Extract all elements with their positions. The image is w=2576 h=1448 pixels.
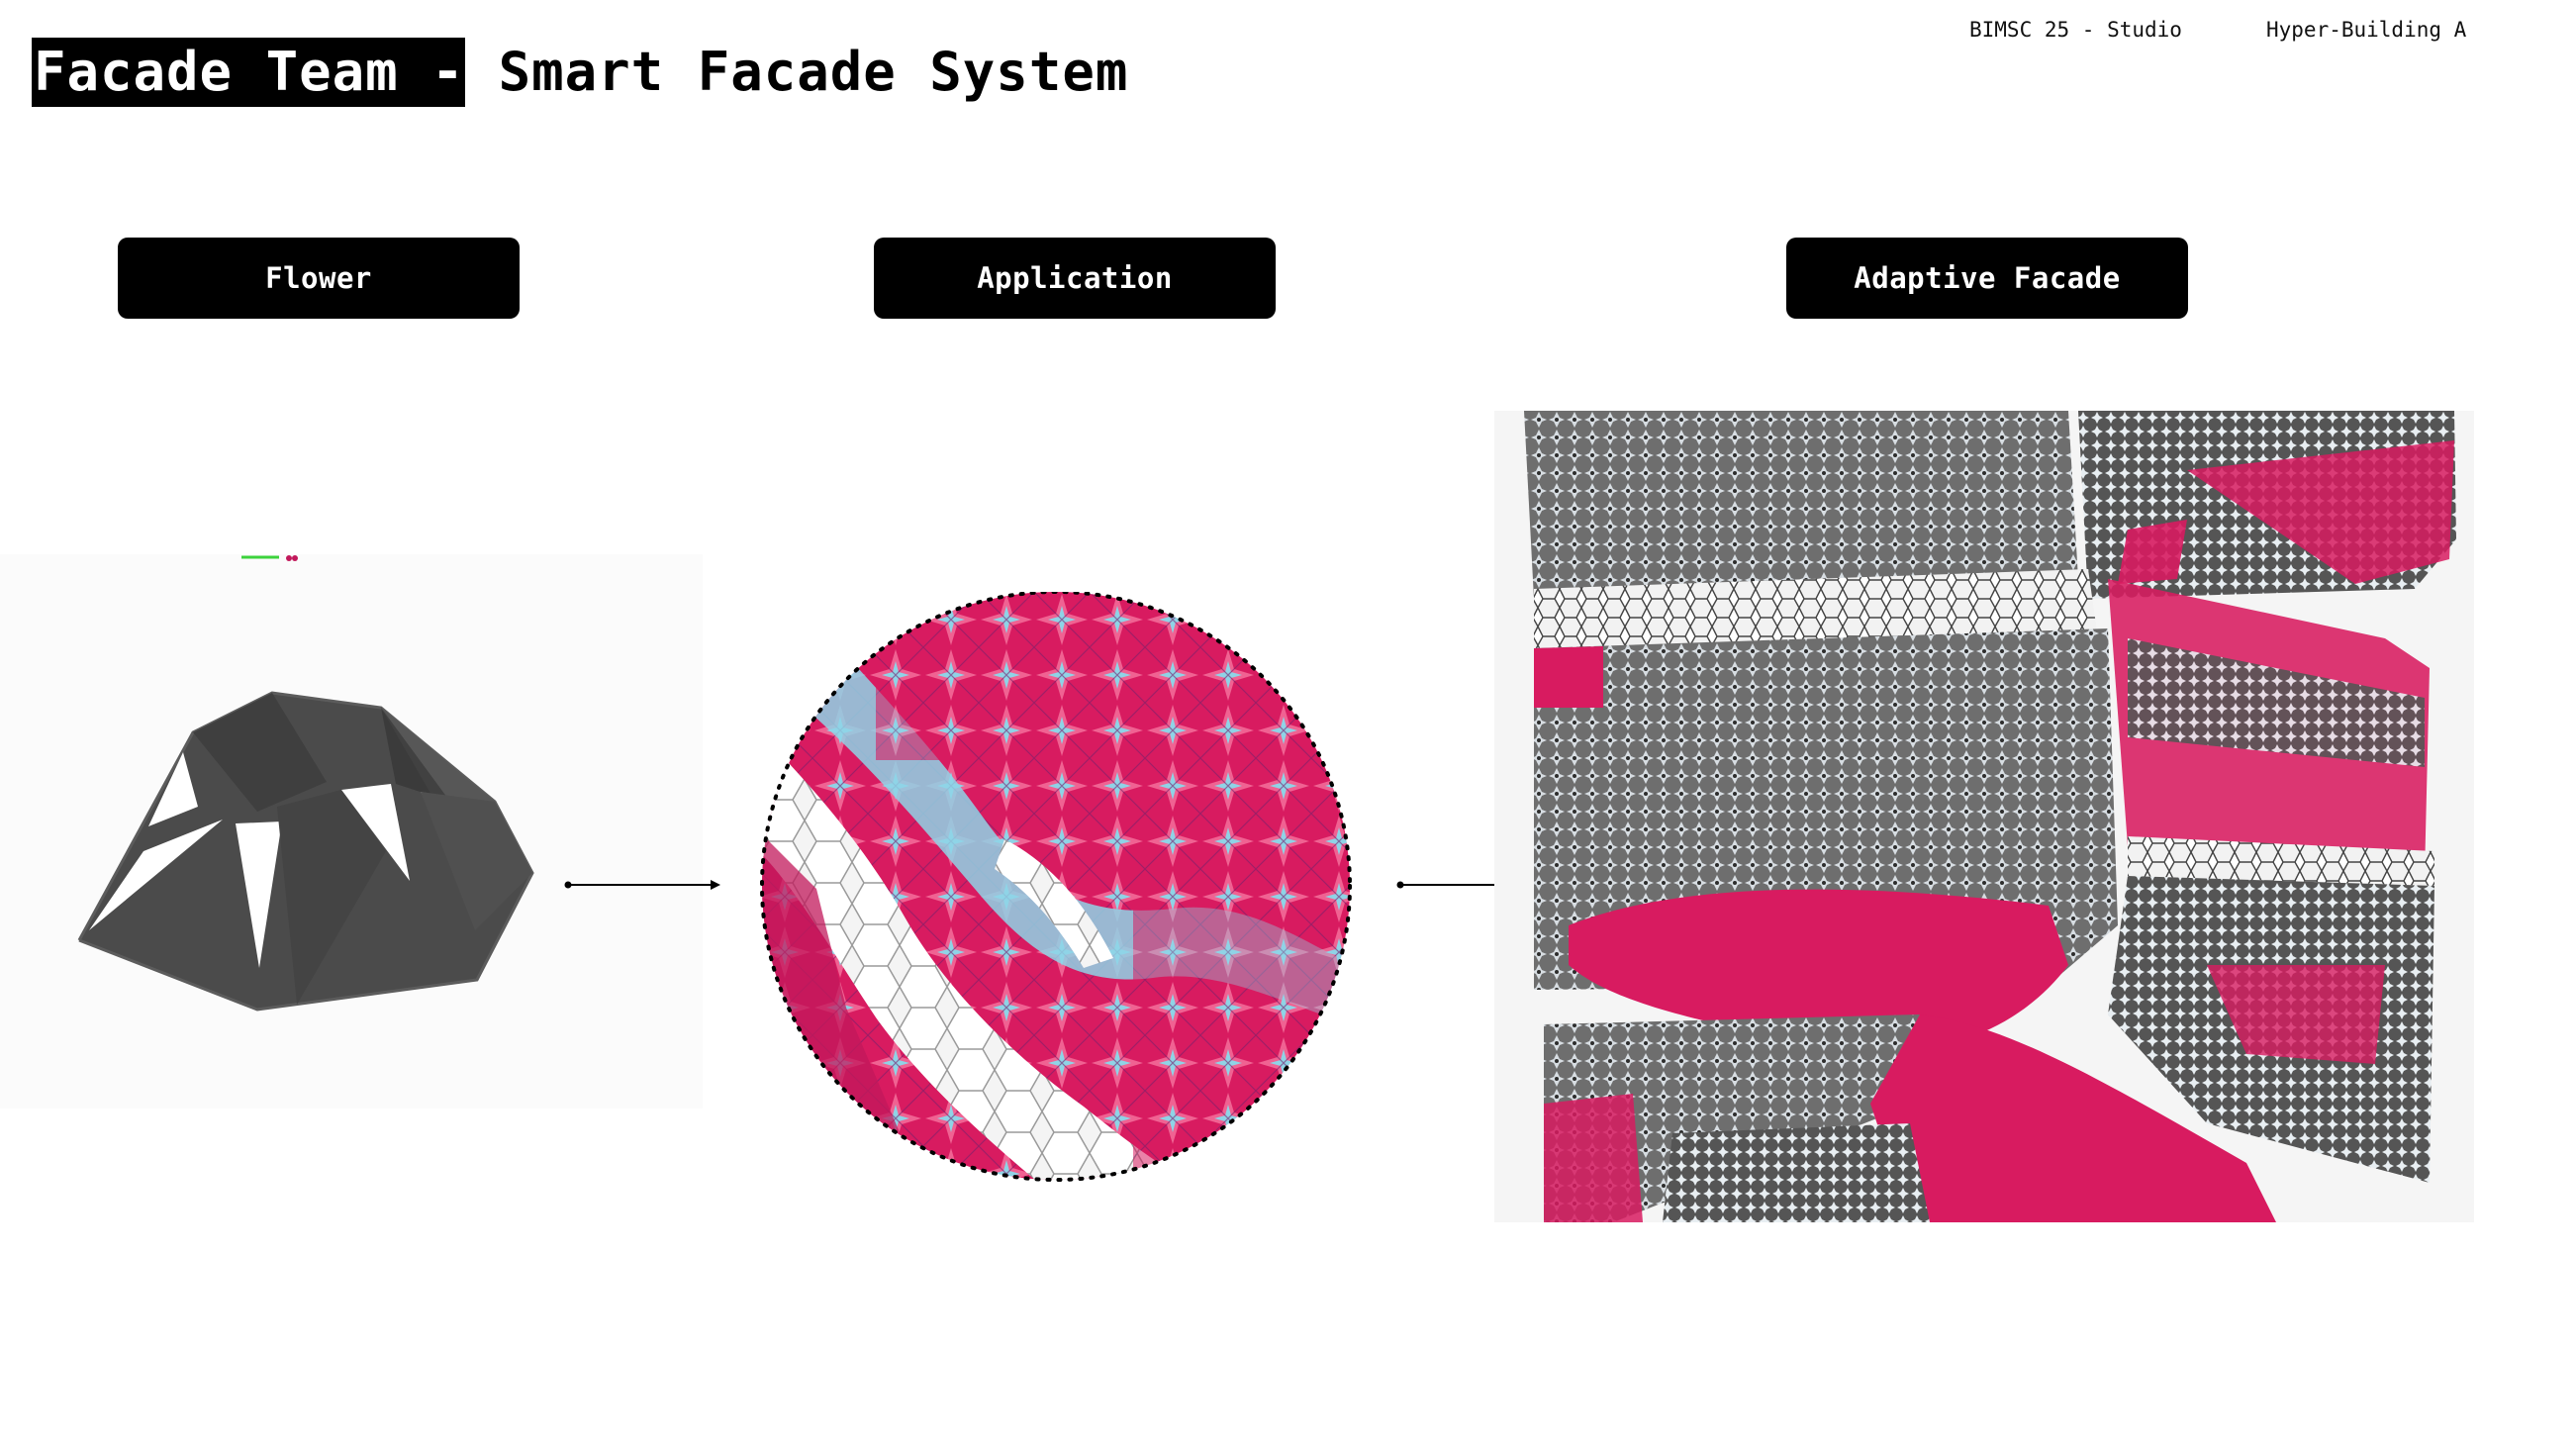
stage-label-application: Application [874, 238, 1276, 319]
adaptive-facade-render [1494, 411, 2474, 1222]
page-title: Facade Team - Smart Facade System [32, 38, 1128, 107]
flower-panel [0, 554, 703, 1109]
application-detail [757, 590, 1361, 1184]
application-circle-illustration [760, 590, 1352, 1182]
stage-label-flower: Flower [118, 238, 520, 319]
stage-label-adaptive-facade: Adaptive Facade [1786, 238, 2188, 319]
project-label: Hyper-Building A [2266, 18, 2467, 42]
course-label: BIMSC 25 - Studio [1969, 18, 2182, 42]
flower-illustration [77, 555, 534, 1012]
title-subtitle: Smart Facade System [498, 41, 1129, 103]
arrow-flower-to-application [564, 880, 720, 890]
title-highlight: Facade Team - [32, 38, 465, 107]
adaptive-facade-illustration [1524, 411, 2456, 1222]
